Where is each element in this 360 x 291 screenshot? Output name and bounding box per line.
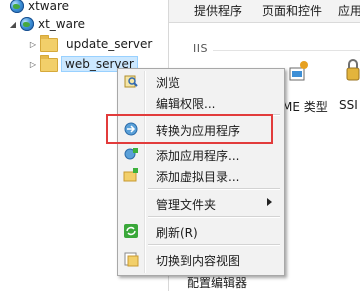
menu-item-label: 管理文件夹 [156,198,217,212]
section-divider [213,50,360,51]
submenu-arrow-icon [267,198,272,206]
expand-arrow-icon[interactable]: ▷ [28,39,38,49]
feature-ssi[interactable]: SSI [334,58,360,112]
add-app-icon [123,146,139,162]
feature-label: SSI [339,98,358,112]
menu-item-switch-to-content-view[interactable]: 切换到内容视图 [120,249,282,269]
folder-icon [40,35,58,52]
menu-item-convert-to-application[interactable]: 转换为应用程序 [120,119,282,139]
menu-separator [148,114,280,116]
tree-node-label: update_server [66,37,153,51]
menu-item-label: 刷新(R) [156,226,198,240]
menu-item-label: 浏览 [156,76,181,90]
menu-item-add-application[interactable]: 添加应用程序... [120,144,282,164]
iis-manager-window: xtware ◢ xt_ware ▷ update_server ▷ web_s… [0,0,360,291]
folder-icon [40,55,58,72]
tree-node-label: xtware [28,0,70,13]
tab-bar: 提供程序 页面和控件 应用 [169,0,360,23]
tab-providers[interactable]: 提供程序 [194,3,242,19]
menu-item-browse[interactable]: 浏览 [120,71,282,91]
content-view-icon [123,251,139,267]
menu-separator [148,244,280,246]
menu-item-label: 转换为应用程序 [156,124,241,138]
browse-icon [123,73,139,89]
menu-item-label: 编辑权限... [156,97,216,111]
menu-separator [148,216,280,218]
menu-item-edit-permissions[interactable]: 编辑权限... [120,92,282,112]
section-header-iis: IIS [193,42,208,55]
expand-arrow-icon[interactable]: ▷ [28,59,38,69]
ssi-icon [339,58,360,84]
menu-separator [148,188,280,190]
menu-item-refresh[interactable]: 刷新(R) [120,221,282,241]
add-vdir-icon [123,167,139,183]
refresh-icon [123,223,139,239]
convert-app-icon [123,121,139,137]
tree-node-xt_ware[interactable]: ◢ xt_ware [8,14,85,34]
mime-types-icon [282,58,312,84]
menu-item-add-virtual-directory[interactable]: 添加虚拟目录... [120,165,282,185]
collapse-arrow-icon[interactable]: ◢ [8,19,18,29]
globe-icon [10,0,24,13]
tab-application[interactable]: 应用 [338,3,360,19]
tree-node-update_server[interactable]: ▷ update_server [28,34,152,54]
tree-node-label: xt_ware [38,17,86,31]
feature-config-editor[interactable]: 配置编辑器 [187,274,247,291]
menu-item-label: 添加虚拟目录... [156,170,240,184]
menu-item-manage-folder[interactable]: 管理文件夹 [120,193,282,213]
feature-label: ME 类型 [282,100,328,114]
tab-pages-controls[interactable]: 页面和控件 [262,3,322,19]
menu-item-label: 切换到内容视图 [156,254,241,268]
context-menu: 浏览 编辑权限... 转换为应用程序 添加应用程序... 添加虚拟目录... 管… [117,68,285,276]
globe-icon [20,17,34,31]
menu-item-label: 添加应用程序... [156,149,240,163]
